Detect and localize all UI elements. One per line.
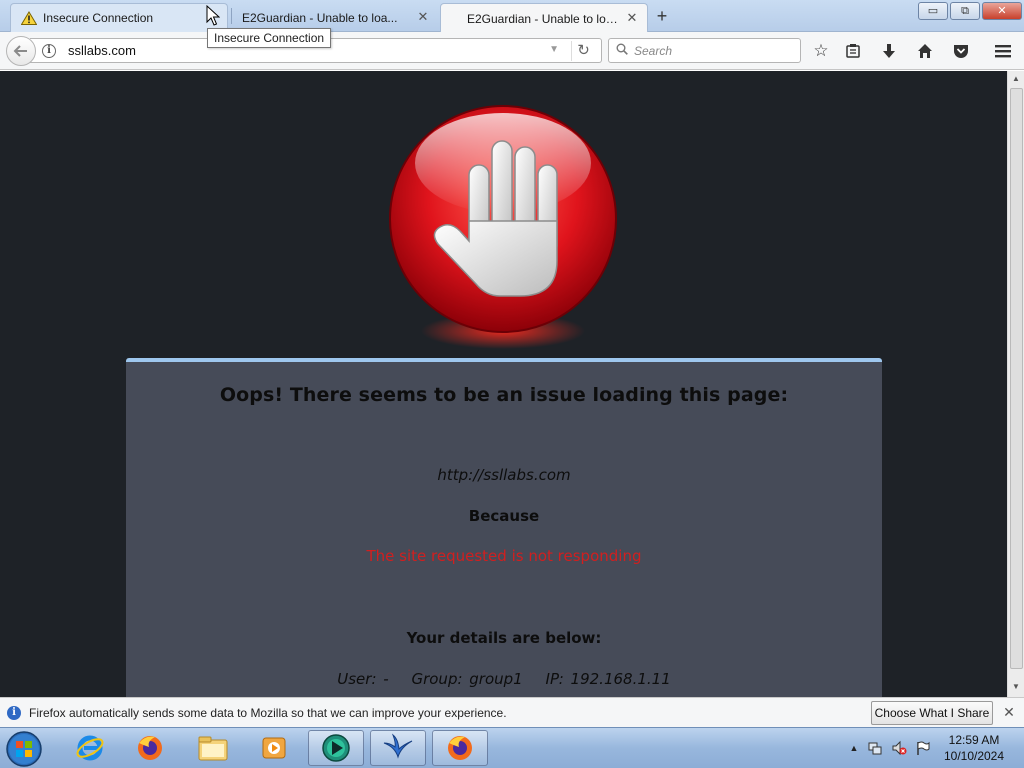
- search-bar[interactable]: Search: [608, 38, 801, 63]
- user-value: User: -: [337, 670, 389, 688]
- search-placeholder: Search: [634, 44, 673, 58]
- new-tab-button[interactable]: +: [652, 6, 672, 26]
- blue-bird-app-icon: [383, 733, 413, 759]
- close-notification-icon[interactable]: ✕: [1002, 705, 1016, 719]
- tab-e2guardian-2[interactable]: E2Guardian - Unable to loa... ✕: [440, 3, 648, 33]
- close-tab-icon[interactable]: ✕: [416, 10, 430, 24]
- warning-icon: [21, 11, 37, 25]
- close-window-button[interactable]: ✕: [982, 2, 1022, 20]
- taskbar-internet-explorer[interactable]: [62, 730, 118, 766]
- taskbar-green-app[interactable]: [308, 730, 364, 766]
- blocked-url: http://ssllabs.com: [437, 466, 571, 484]
- user-details: User: - Group: group1 IP: 192.168.1.11: [126, 670, 882, 688]
- tab-title: E2Guardian - Unable to loa...: [242, 10, 398, 25]
- stop-hand-icon: [389, 105, 617, 349]
- network-icon[interactable]: [867, 740, 883, 756]
- notification-bar: i Firefox automatically sends some data …: [0, 697, 1024, 727]
- scroll-thumb[interactable]: [1010, 88, 1023, 669]
- scroll-up-icon[interactable]: ▲: [1008, 71, 1024, 87]
- system-tray: ▲ 12:59 AM 10/10/2024: [842, 728, 1024, 768]
- vertical-scrollbar[interactable]: ▲ ▼: [1007, 71, 1024, 697]
- downloads-icon[interactable]: [878, 40, 900, 62]
- internet-explorer-icon: [76, 735, 104, 761]
- tab-title: Insecure Connection: [43, 11, 154, 25]
- show-hidden-icons-icon[interactable]: ▲: [846, 740, 862, 756]
- navigation-toolbar: i ssllabs.com ▼ ↻ Search ☆: [0, 32, 1024, 70]
- tab-tooltip: Insecure Connection: [207, 28, 332, 48]
- search-icon: [616, 43, 628, 55]
- url-text[interactable]: ssllabs.com: [68, 43, 136, 58]
- error-reason: The site requested is not responding: [366, 547, 642, 565]
- back-button[interactable]: [6, 36, 36, 66]
- firefox-icon: [138, 736, 162, 760]
- back-arrow-icon: [13, 45, 27, 57]
- reading-list-icon[interactable]: [842, 40, 864, 62]
- taskbar-blue-bird-app[interactable]: [370, 730, 426, 766]
- tab-title: E2Guardian - Unable to loa...: [467, 11, 619, 26]
- url-dropdown-icon[interactable]: ▼: [549, 44, 559, 55]
- clock-date: 10/10/2024: [943, 749, 1005, 763]
- site-info-icon[interactable]: i: [42, 44, 56, 58]
- reload-icon[interactable]: ↻: [571, 41, 595, 61]
- close-tab-icon[interactable]: ✕: [625, 11, 639, 25]
- action-center-flag-icon[interactable]: [915, 740, 931, 756]
- taskbar-firefox-active[interactable]: [432, 730, 488, 766]
- tab-insecure-connection[interactable]: Insecure Connection: [10, 3, 228, 32]
- group-value: Group: group1: [411, 670, 523, 688]
- page-content: Oops! There seems to be an issue loading…: [0, 71, 1007, 697]
- bookmark-star-icon[interactable]: ☆: [810, 40, 832, 62]
- details-label: Your details are below:: [406, 629, 602, 647]
- pocket-icon[interactable]: [950, 40, 972, 62]
- file-explorer-icon: [198, 736, 228, 761]
- ip-value: IP: 192.168.1.11: [545, 670, 671, 688]
- taskbar-clock[interactable]: 12:59 AM 10/10/2024: [935, 732, 1013, 764]
- menu-hamburger-icon[interactable]: [992, 40, 1014, 62]
- window-controls: ▭ ⧉ ✕: [918, 2, 1022, 20]
- notification-text: Firefox automatically sends some data to…: [29, 706, 507, 720]
- tab-strip: Insecure Connection E2Guardian - Unable …: [0, 0, 1024, 33]
- start-button-icon[interactable]: [4, 730, 44, 768]
- info-icon: i: [7, 706, 21, 720]
- error-title: Oops! There seems to be an issue loading…: [219, 384, 789, 406]
- error-card: Oops! There seems to be an issue loading…: [126, 358, 882, 697]
- taskbar-media-player[interactable]: [246, 730, 302, 766]
- volume-muted-icon[interactable]: [891, 740, 907, 756]
- home-icon[interactable]: [914, 40, 936, 62]
- choose-what-i-share-button[interactable]: Choose What I Share: [871, 701, 993, 725]
- taskbar-firefox[interactable]: [122, 730, 178, 766]
- firefox-icon: [448, 736, 472, 760]
- minimize-button[interactable]: ▭: [918, 2, 948, 20]
- scroll-down-icon[interactable]: ▼: [1008, 679, 1024, 695]
- taskbar-file-explorer[interactable]: [185, 730, 241, 766]
- media-player-icon: [262, 737, 286, 759]
- because-label: Because: [468, 507, 540, 525]
- green-arrow-app-icon: [322, 734, 350, 762]
- windows-taskbar: ▲ 12:59 AM 10/10/2024: [0, 727, 1024, 768]
- restore-button[interactable]: ⧉: [950, 2, 980, 20]
- clock-time: 12:59 AM: [948, 733, 1000, 747]
- mouse-cursor-icon: [206, 5, 220, 26]
